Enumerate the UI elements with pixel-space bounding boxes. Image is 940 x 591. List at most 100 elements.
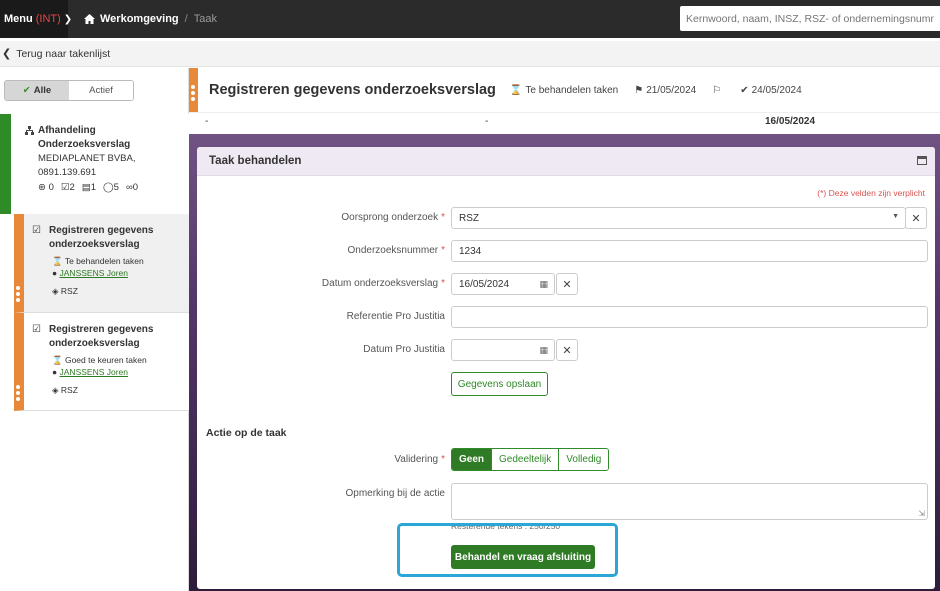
case-number: 0891.139.691 xyxy=(38,167,97,178)
filter-option-alle[interactable]: ✔ Alle xyxy=(5,81,69,100)
task-assignee-link[interactable]: JANSSENS Joren xyxy=(60,367,129,377)
datum-pro-justitia-input[interactable]: ▦ xyxy=(451,339,555,361)
panel-header: Taak behandelen xyxy=(197,147,935,176)
nummer-value: 1234 xyxy=(459,246,482,257)
task-title-line1: Registreren gegevens xyxy=(48,324,154,335)
maximize-icon[interactable] xyxy=(917,156,927,165)
breadcrumb: Werkomgeving / Taak xyxy=(84,13,217,25)
task-status-meta: ⌛ Te behandelen taken xyxy=(510,85,618,96)
field-label: Validering * xyxy=(394,454,445,465)
section-title: Actie op de taak xyxy=(206,427,287,439)
referentie-input[interactable] xyxy=(451,306,928,328)
validering-toggle: Geen Gedeeltelijk Volledig xyxy=(451,448,610,471)
submit-button[interactable]: Behandel en vraag afsluiting xyxy=(451,545,595,569)
onderzoeksnummer-input[interactable]: 1234 xyxy=(451,240,928,262)
task-status: Goed te keuren taken xyxy=(64,355,147,365)
field-row-oorsprong: Oorsprong onderzoek * RSZ ▼ ✕ xyxy=(197,207,935,229)
user-icon: ● xyxy=(52,367,58,377)
done-date-value: 24/05/2024 xyxy=(751,84,802,96)
hourglass-icon: ⌛ xyxy=(52,355,63,365)
drag-handle-icon[interactable] xyxy=(16,286,22,302)
chevron-right-icon: ❯ xyxy=(63,13,73,25)
hourglass-icon: ⌛ xyxy=(52,256,63,266)
task-assignee-link[interactable]: JANSSENS Joren xyxy=(60,268,129,278)
tag-icon: ◈ xyxy=(52,385,59,395)
calendar-icon[interactable]: ▦ xyxy=(539,279,548,290)
field-label: Opmerking bij de actie xyxy=(345,488,446,499)
panel-title: Taak behandelen xyxy=(209,155,302,167)
field-label: Datum Pro Justitia xyxy=(363,344,445,355)
task-sidebar: ✔ Alle Actief Afhandeling Onderzoeksvers… xyxy=(0,68,189,591)
datum-label: Datum onderzoeksverslag xyxy=(321,278,439,289)
checkbox-icon: ☑ xyxy=(32,225,41,236)
clear-date-button[interactable]: ✕ xyxy=(556,273,578,295)
clear-date-button[interactable]: ✕ xyxy=(556,339,578,361)
home-icon[interactable] xyxy=(84,14,95,24)
stat-hierarchy: ⊛ 0 xyxy=(38,182,54,193)
case-company: MEDIAPLANET BVBA, xyxy=(38,153,136,164)
datum-onderzoeksverslag-input[interactable]: 16/05/2024 ▦ xyxy=(451,273,555,295)
datum-value: 16/05/2024 xyxy=(459,279,510,290)
hierarchy-icon xyxy=(25,126,34,135)
clear-button[interactable]: ✕ xyxy=(905,207,927,229)
field-row-nummer: Onderzoeksnummer * 1234 xyxy=(197,240,935,262)
check-circle-icon: ✔ xyxy=(740,84,749,96)
field-row-datum-pj: Datum Pro Justitia ▦ ✕ xyxy=(197,339,935,361)
required-star: * xyxy=(441,245,445,256)
stat-links-value: 0 xyxy=(132,182,139,193)
oorsprong-select[interactable]: RSZ ▼ xyxy=(451,207,906,229)
validering-option-geen[interactable]: Geen xyxy=(452,449,492,470)
task-title-line1: Registreren gegevens xyxy=(48,225,154,236)
validering-option-volledig[interactable]: Volledig xyxy=(558,449,609,470)
calendar-icon[interactable]: ▦ xyxy=(539,345,548,356)
drag-handle-icon[interactable] xyxy=(16,385,22,401)
header-row2-col3: 16/05/2024 xyxy=(765,116,816,127)
stat-tasks: ☑2 xyxy=(61,182,75,193)
env-tag: (INT) xyxy=(35,13,61,25)
task-status-value: Te behandelen taken xyxy=(525,84,619,96)
field-label: Datum onderzoeksverslag * xyxy=(322,278,445,289)
hierarchy-icon: ⊛ xyxy=(38,182,46,193)
checkered-flag-icon: ⚐ xyxy=(712,84,722,96)
stat-hierarchy-value: 0 xyxy=(48,182,54,193)
field-label: Onderzoeksnummer * xyxy=(348,245,446,256)
stat-documents: ▤1 xyxy=(82,182,96,193)
close-icon: ✕ xyxy=(562,278,572,291)
resize-grip-icon[interactable]: ⇲ xyxy=(918,509,925,518)
link-icon: ∞ xyxy=(125,182,133,193)
validering-option-gedeeltelijk[interactable]: Gedeeltelijk xyxy=(491,449,559,470)
filter-option-actief[interactable]: Actief xyxy=(69,81,133,100)
task-detail-area: Registreren gegevens onderzoeksverslag ⌛… xyxy=(189,68,940,591)
field-row-referentie: Referentie Pro Justitia xyxy=(197,306,935,328)
task-card[interactable]: ☑ Registreren gegevens onderzoeksverslag… xyxy=(14,214,189,313)
task-header: Registreren gegevens onderzoeksverslag ⌛… xyxy=(189,68,940,112)
menu-button[interactable]: Menu (INT) ❯ xyxy=(0,0,72,38)
hourglass-icon: ⌛ xyxy=(509,84,523,96)
required-star: * xyxy=(441,454,445,465)
case-stats: ⊛ 0 ☑2 ▤1 ◯5 ∞0 xyxy=(38,182,189,193)
filter-toggle: ✔ Alle Actief xyxy=(4,80,134,101)
close-icon: ✕ xyxy=(911,212,921,225)
search-input[interactable] xyxy=(680,6,940,31)
oorsprong-value: RSZ xyxy=(459,213,479,224)
task-card[interactable]: ☑ Registreren gegevens onderzoeksverslag… xyxy=(14,313,189,411)
check-icon: ✔ xyxy=(22,85,31,96)
case-card[interactable]: Afhandeling Onderzoeksverslag MEDIAPLANE… xyxy=(0,114,189,214)
stat-tasks-value: 2 xyxy=(69,182,75,193)
header-row2-col2: - xyxy=(485,116,489,127)
task-status: Te behandelen taken xyxy=(64,256,144,266)
opmerking-textarea[interactable]: ⇲ xyxy=(451,483,928,520)
save-data-button[interactable]: Gegevens opslaan xyxy=(451,372,548,396)
drag-handle-icon[interactable] xyxy=(191,85,195,101)
back-link[interactable]: ❮ Terug naar takenlijst xyxy=(0,41,940,67)
chevron-left-icon: ❮ xyxy=(2,48,12,60)
breadcrumb-current: Taak xyxy=(193,13,217,25)
back-link-label: Terug naar takenlijst xyxy=(16,47,111,60)
menu-label: Menu xyxy=(4,13,33,25)
stat-links: ∞0 xyxy=(126,182,138,193)
checkbox-icon: ☑ xyxy=(32,324,41,335)
breadcrumb-home[interactable]: Werkomgeving xyxy=(100,13,179,25)
tag-icon: ◈ xyxy=(52,286,59,296)
nummer-label: Onderzoeksnummer xyxy=(347,245,439,256)
required-note: (*) Deze velden zijn verplicht xyxy=(817,188,925,198)
